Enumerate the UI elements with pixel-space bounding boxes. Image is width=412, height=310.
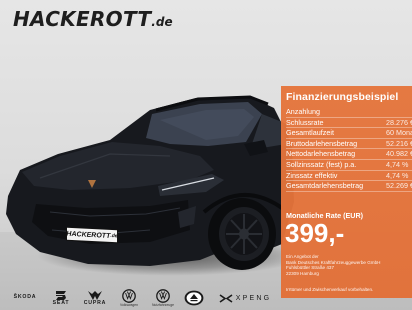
volkswagen-logo xyxy=(122,288,136,303)
brand-vw-commercial[interactable]: Nutzfahrzeuge xyxy=(146,287,180,309)
financing-row: Nettodarlehensbetrag 40.982 € xyxy=(286,149,412,160)
financing-row-value: 4,74 % xyxy=(386,170,409,180)
financing-row: Bruttodarlehensbetrag 52.216 € xyxy=(286,139,412,150)
lender-info: Ein Angebot der Bank Deutsches Kraftfahr… xyxy=(286,254,380,276)
dealer-logo-name: HACKEROTT xyxy=(13,7,152,31)
brand-cupra[interactable]: CUPRA xyxy=(80,287,110,309)
financing-row-value: 4,74 % xyxy=(386,159,409,169)
financing-row: Gesamtlaufzeit 60 Monate xyxy=(286,128,412,139)
monthly-rate-value: 399,- xyxy=(285,218,345,248)
financing-table: Anzahlung Schlussrate 28.276 € Gesamtlau… xyxy=(286,107,412,192)
lender-line: 22309 Hamburg xyxy=(286,270,319,276)
financing-row-label: Bruttodarlehensbetrag xyxy=(286,138,358,148)
plate-tld: .de xyxy=(110,232,118,240)
financing-row: Sollzinssatz (fest) p.a. 4,74 % xyxy=(286,160,412,171)
ad-banner: HACKEROTT.de HACKEROTT .de Finanzierungs… xyxy=(0,0,412,310)
lotus-logo xyxy=(184,290,204,306)
brand-xpeng[interactable]: XPENG xyxy=(212,287,278,309)
car-image xyxy=(6,95,294,270)
xpeng-logo xyxy=(219,293,233,303)
cupra-wordmark: CUPRA xyxy=(83,299,107,306)
financing-row-value: 28.276 € xyxy=(386,117,412,127)
disclaimer: Irrtümer und Zwischenverkauf vorbehalten… xyxy=(286,287,374,292)
financing-title: Finanzierungsbeispiel xyxy=(286,91,399,103)
financing-row-label: Schlussrate xyxy=(286,117,324,127)
financing-row-label: Anzahlung xyxy=(286,107,320,116)
seat-wordmark: SEAT xyxy=(52,299,70,306)
financing-row-label: Nettodarlehensbetrag xyxy=(286,149,356,159)
financing-row: Anzahlung xyxy=(286,107,412,118)
financing-row: Gesamtdarlehensbetrag 52.269 € xyxy=(286,181,412,192)
financing-row-value: 40.982 € xyxy=(386,149,412,159)
license-plate: HACKEROTT .de xyxy=(66,226,118,244)
brand-skoda[interactable]: ŠKODA xyxy=(8,287,42,309)
vw-commercial-label: Nutzfahrzeuge xyxy=(151,302,175,307)
financing-row-value: 52.269 € xyxy=(386,181,412,191)
financing-row-label: Gesamtdarlehensbetrag xyxy=(286,181,364,191)
financing-row: Zinssatz effektiv 4,74 % xyxy=(286,171,412,182)
plate-text: HACKEROTT xyxy=(66,230,111,240)
financing-row-label: Sollzinssatz (fest) p.a. xyxy=(286,159,357,169)
brand-logos: ŠKODA SEAT CUPRA Volkswagen Nutzfahrzeug… xyxy=(8,287,278,309)
financing-panel: Finanzierungsbeispiel Anzahlung Schlussr… xyxy=(281,86,412,298)
brand-lotus[interactable] xyxy=(180,287,208,309)
financing-row: Schlussrate 28.276 € xyxy=(286,118,412,129)
financing-row-value: 60 Monate xyxy=(386,128,412,138)
brand-seat[interactable]: SEAT xyxy=(46,287,76,309)
dealer-logo[interactable]: HACKEROTT.de xyxy=(13,9,173,30)
vw-commercial-logo xyxy=(156,288,170,303)
financing-row-label: Zinssatz effektiv xyxy=(286,170,338,180)
brand-volkswagen[interactable]: Volkswagen xyxy=(114,287,144,309)
skoda-logo: ŠKODA xyxy=(13,294,37,301)
front-wheel xyxy=(208,198,276,270)
dealer-logo-tld: .de xyxy=(151,15,173,29)
financing-row-value: 52.216 € xyxy=(386,138,412,148)
volkswagen-label: Volkswagen xyxy=(119,302,139,307)
xpeng-wordmark: XPENG xyxy=(235,294,272,302)
financing-row-label: Gesamtlaufzeit xyxy=(286,128,334,138)
